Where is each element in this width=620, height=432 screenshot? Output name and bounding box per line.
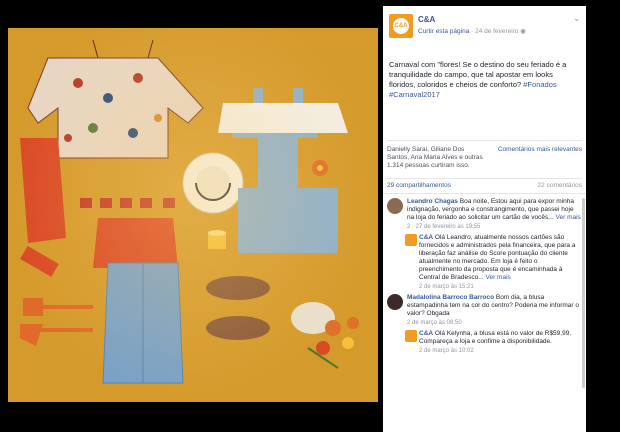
reply-text: Olá Kelynha, a blusa está no valor de R$… <box>419 330 572 345</box>
globe-icon: ◉ <box>520 28 526 35</box>
avatar[interactable] <box>387 294 403 310</box>
page-logo-mark: C&A <box>393 18 409 34</box>
likes-names[interactable]: Danielly Sarai, Giliane Dos Santos, Ana … <box>387 146 483 170</box>
comment-reply: C&A Olá Leandro, atualmente nossos cartõ… <box>405 234 582 291</box>
post-photo[interactable] <box>8 28 378 402</box>
likes-row: Danielly Sarai, Giliane Dos Santos, Ana … <box>387 140 582 178</box>
ca-logo-icon[interactable]: C&A <box>389 14 413 38</box>
post-header: C&A C&A Curtir esta página · 24 de fever… <box>383 6 586 48</box>
comments-scrollbar[interactable] <box>582 198 585 388</box>
comment-author[interactable]: Leandro Chagas <box>407 198 458 205</box>
comment: Leandro Chagas Boa noite, Estou aqui par… <box>387 198 582 231</box>
post-meta: Curtir esta página · 24 de fevereiro ◉ <box>418 27 526 35</box>
like-page-link[interactable]: Curtir esta página <box>418 28 469 35</box>
reply-time[interactable]: 2 de março às 10:02 <box>419 347 582 355</box>
relevant-comments-dropdown[interactable]: Comentários mais relevantes <box>498 146 582 154</box>
post-date[interactable]: 24 de fevereiro <box>475 28 518 35</box>
comment-author[interactable]: Madalolina Barroco Barroco <box>407 294 494 301</box>
comment-reply: C&A Olá Kelynha, a blusa está no valor d… <box>405 330 582 355</box>
avatar[interactable] <box>405 234 417 246</box>
comments-count[interactable]: 22 comentários <box>538 182 582 189</box>
chevron-down-icon[interactable]: ⌄ <box>573 14 580 23</box>
avatar[interactable] <box>387 198 403 214</box>
photo-lighting <box>8 28 378 402</box>
shares-count[interactable]: 29 compartilhamentos <box>387 182 451 189</box>
comments-list: Leandro Chagas Boa noite, Estou aqui par… <box>383 193 586 388</box>
reply-author[interactable]: C&A <box>419 234 433 241</box>
post-panel: C&A C&A Curtir esta página · 24 de fever… <box>383 6 586 432</box>
reply-time[interactable]: 2 de março às 15:21 <box>419 283 582 291</box>
see-more-link[interactable]: Ver mais <box>486 274 511 281</box>
post-text: Carnaval com "flores! Se o destino do se… <box>383 48 586 140</box>
see-more-link[interactable]: Ver mais <box>556 214 581 221</box>
comment-time[interactable]: 2 de março às 08:50 <box>407 319 582 327</box>
avatar[interactable] <box>405 330 417 342</box>
page-name-link[interactable]: C&A <box>418 15 435 24</box>
shares-row: 29 compartilhamentos 22 comentários <box>387 178 582 193</box>
reply-author[interactable]: C&A <box>419 330 433 337</box>
comment: Madalolina Barroco Barroco Bom dia, a bl… <box>387 294 582 327</box>
comment-time[interactable]: 2 · 27 de fevereiro às 19:55 <box>407 223 582 231</box>
